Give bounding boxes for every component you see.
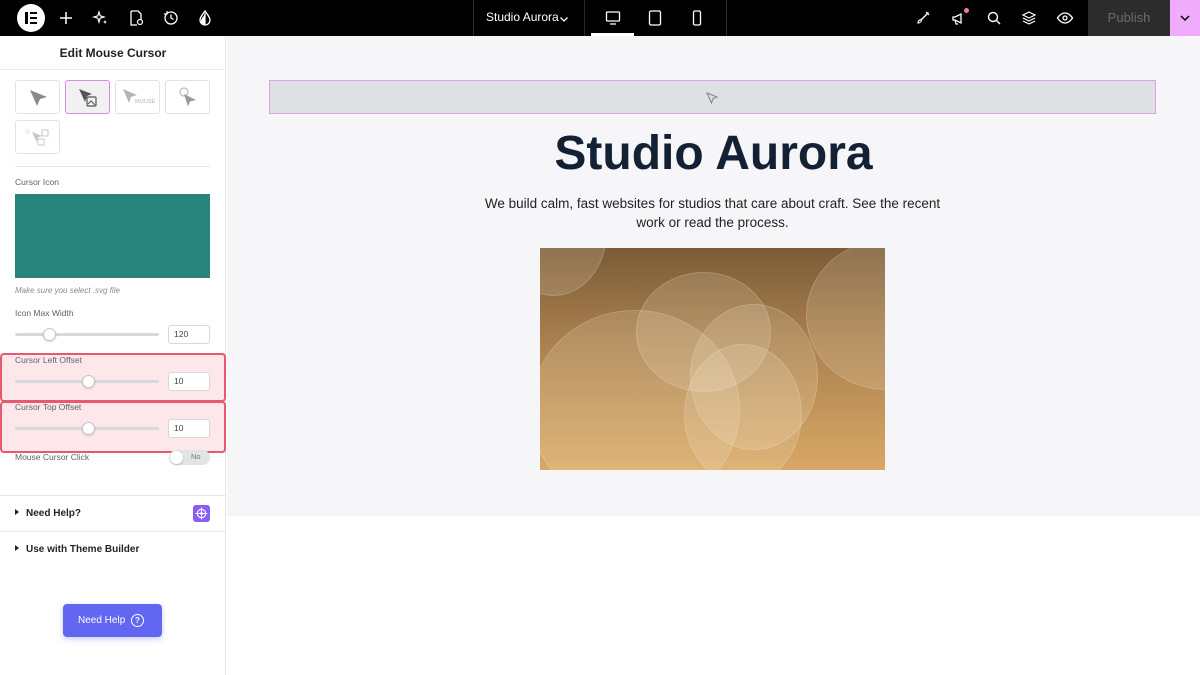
mouse-cursor-widget[interactable] bbox=[269, 80, 1156, 114]
divider bbox=[15, 166, 210, 167]
cursor-icon-image bbox=[15, 194, 210, 278]
cursor-type-circle[interactable] bbox=[165, 80, 210, 114]
chevron-down-icon bbox=[1180, 15, 1190, 22]
bokeh-light bbox=[540, 248, 607, 296]
cursor-type-text[interactable]: MOUSE bbox=[115, 80, 160, 114]
cursor-icon-label: Cursor Icon bbox=[15, 177, 59, 187]
structure-icon[interactable] bbox=[1020, 9, 1038, 27]
icon-max-width-input[interactable]: 120 bbox=[168, 325, 210, 344]
plus-icon[interactable] bbox=[57, 9, 75, 27]
panel-title: Edit Mouse Cursor bbox=[59, 46, 167, 60]
cursor-left-offset-input[interactable]: 10 bbox=[168, 372, 210, 391]
icon-max-width-slider[interactable] bbox=[15, 333, 159, 336]
arrow-cursor-icon bbox=[79, 89, 92, 102]
toggle-knob bbox=[170, 451, 183, 464]
arrow-cursor-icon bbox=[184, 94, 196, 107]
divider bbox=[584, 0, 585, 36]
section-title: Need Help? bbox=[26, 508, 82, 519]
preview-icon[interactable] bbox=[1056, 9, 1074, 27]
cursor-type-option-text: MOUSE bbox=[135, 99, 156, 105]
mouse-cursor-click-toggle[interactable]: No bbox=[169, 450, 210, 465]
site-title[interactable]: Studio Aurora bbox=[486, 10, 559, 24]
help-widget-icon[interactable] bbox=[193, 505, 210, 522]
mouse-cursor-click-label: Mouse Cursor Click bbox=[15, 452, 90, 462]
search-icon[interactable] bbox=[985, 9, 1003, 27]
cursor-top-offset-input[interactable]: 10 bbox=[168, 419, 210, 438]
slider-handle[interactable] bbox=[81, 375, 95, 388]
paint-brush-icon[interactable] bbox=[914, 9, 932, 27]
chevron-down-icon[interactable] bbox=[558, 12, 570, 24]
desktop-device-icon[interactable] bbox=[604, 9, 622, 27]
mobile-device-icon[interactable] bbox=[688, 9, 706, 27]
section-theme-builder[interactable]: Use with Theme Builder bbox=[15, 544, 139, 555]
circle-cursor-icon bbox=[179, 87, 189, 97]
page-settings-icon[interactable] bbox=[127, 9, 145, 27]
divider bbox=[726, 0, 727, 36]
toggle-state: No bbox=[191, 452, 201, 461]
top-bar: Studio Aurora Publish bbox=[0, 0, 1200, 36]
tablet-device-icon[interactable] bbox=[646, 9, 664, 27]
hero-image[interactable] bbox=[540, 248, 885, 470]
divider bbox=[0, 69, 226, 70]
preview-canvas-empty bbox=[227, 516, 1200, 675]
bokeh-light bbox=[806, 248, 885, 390]
cursor-left-offset-label: Cursor Left Offset bbox=[15, 355, 82, 365]
section-need-help[interactable]: Need Help? bbox=[15, 508, 81, 519]
elementor-logo[interactable] bbox=[17, 4, 45, 32]
image-icon bbox=[41, 129, 49, 137]
cursor-type-default[interactable] bbox=[15, 80, 60, 114]
need-help-label: Need Help bbox=[78, 615, 126, 626]
need-help-button[interactable]: Need Help ? bbox=[63, 604, 162, 637]
editor-panel: Edit Mouse Cursor MOUSE Cursor Icon Make… bbox=[0, 36, 226, 675]
hero-description[interactable]: We build calm, fast websites for studios… bbox=[480, 194, 945, 232]
cursor-type-image[interactable] bbox=[15, 120, 60, 154]
caret-right-icon bbox=[15, 545, 19, 552]
question-circle-icon: ? bbox=[131, 614, 144, 627]
publish-options-button[interactable] bbox=[1170, 0, 1200, 36]
history-icon[interactable] bbox=[162, 9, 180, 27]
cursor-arrow-icon bbox=[705, 91, 719, 105]
slider-handle[interactable] bbox=[43, 328, 57, 341]
section-title: Use with Theme Builder bbox=[26, 544, 140, 555]
icon-max-width-label: Icon Max Width bbox=[15, 308, 74, 318]
publish-button[interactable]: Publish bbox=[1088, 0, 1170, 36]
theme-style-icon[interactable] bbox=[196, 9, 214, 27]
divider bbox=[0, 531, 226, 532]
divider bbox=[473, 0, 474, 36]
hero-title[interactable]: Studio Aurora bbox=[227, 126, 1200, 181]
cursor-top-offset-label: Cursor Top Offset bbox=[15, 402, 82, 412]
arrow-cursor-icon bbox=[32, 132, 42, 142]
caret-right-icon bbox=[15, 509, 19, 516]
cursor-type-icon[interactable] bbox=[65, 80, 110, 114]
slider-handle[interactable] bbox=[81, 422, 95, 435]
divider bbox=[0, 495, 226, 496]
cursor-icon-preview[interactable] bbox=[15, 194, 210, 278]
arrow-cursor-icon bbox=[30, 90, 47, 106]
svg-hint-text: Make sure you select .svg file bbox=[15, 286, 120, 295]
sparkle-icon[interactable] bbox=[92, 9, 110, 27]
notification-dot bbox=[964, 8, 969, 13]
